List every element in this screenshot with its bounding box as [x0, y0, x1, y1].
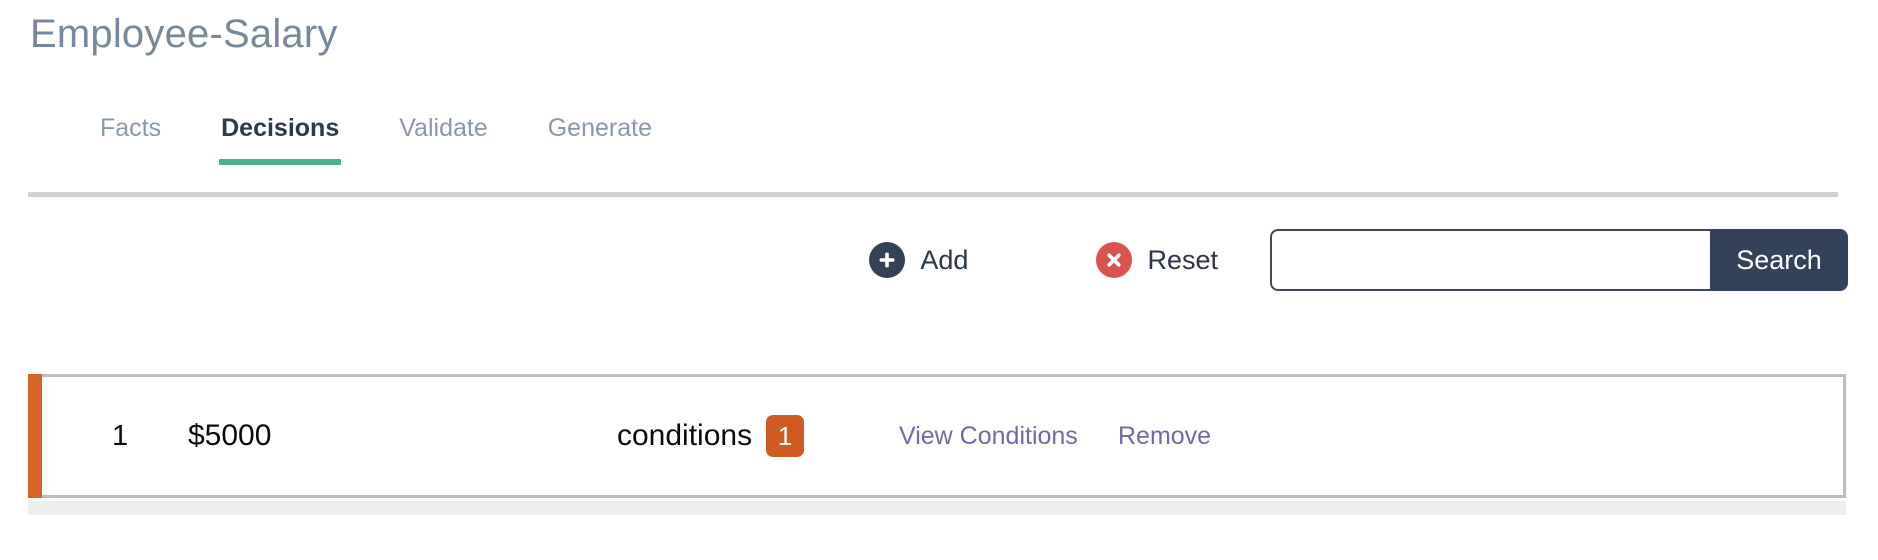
- tab-validate[interactable]: Validate: [369, 108, 518, 169]
- circle-x-icon: [1096, 242, 1133, 278]
- view-conditions-link[interactable]: View Conditions: [899, 422, 1078, 451]
- tab-decisions[interactable]: Decisions: [191, 108, 369, 169]
- active-tab-underline: [219, 159, 342, 165]
- tab-bar-divider: [28, 192, 1838, 197]
- tab-bar: Facts Decisions Validate Generate: [28, 108, 1838, 200]
- page-title: Employee-Salary: [30, 12, 338, 56]
- reset-button-label: Reset: [1147, 244, 1218, 275]
- toolbar: Add Reset Search: [28, 205, 1848, 315]
- tab-validate-label: Validate: [399, 114, 488, 142]
- tab-generate-label: Generate: [547, 114, 652, 142]
- search-group: Search: [1270, 229, 1848, 291]
- circle-plus-icon: [869, 242, 906, 278]
- tab-decisions-label: Decisions: [221, 114, 340, 142]
- table-footer-band: [28, 501, 1846, 515]
- search-button[interactable]: Search: [1710, 229, 1848, 291]
- row-salary-value: $5000: [188, 419, 272, 452]
- app-page: Employee-Salary Facts Decisions Validate…: [0, 0, 1878, 560]
- tab-facts[interactable]: Facts: [28, 108, 191, 169]
- row-accent-bar: [28, 374, 42, 498]
- row-conditions: conditions 1: [617, 415, 805, 457]
- row-content: 1 $5000 conditions 1 View Conditions Rem…: [42, 377, 1843, 495]
- tab-facts-label: Facts: [100, 114, 162, 142]
- tab-strip: Facts Decisions Validate Generate: [28, 108, 682, 169]
- add-button-label: Add: [920, 244, 969, 275]
- row-conditions-label: conditions: [617, 419, 753, 452]
- tab-generate[interactable]: Generate: [518, 108, 682, 169]
- reset-button[interactable]: Reset: [1096, 242, 1218, 278]
- conditions-count-badge: 1: [766, 415, 805, 457]
- row-index: 1: [112, 419, 129, 452]
- add-button[interactable]: Add: [869, 242, 968, 278]
- table-row[interactable]: 1 $5000 conditions 1 View Conditions Rem…: [28, 374, 1846, 498]
- search-input[interactable]: [1270, 229, 1710, 291]
- remove-link[interactable]: Remove: [1118, 422, 1211, 451]
